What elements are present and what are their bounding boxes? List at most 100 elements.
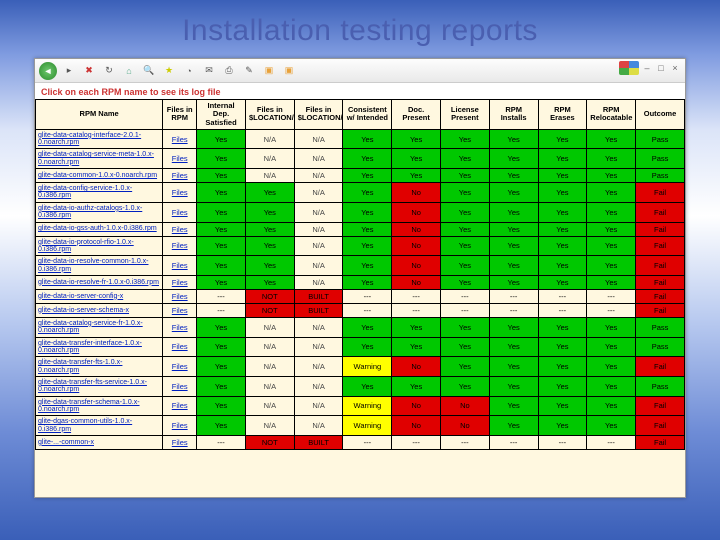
- rpm-name-link[interactable]: glite-data-common-1.0.x-0.noarch.rpm: [36, 169, 163, 183]
- status-cell: Yes: [245, 183, 294, 203]
- rpm-name-link[interactable]: glite-data-io-server-schema-x: [36, 303, 163, 317]
- files-link[interactable]: Files: [163, 183, 197, 203]
- status-cell: Fail: [636, 183, 685, 203]
- status-cell: Yes: [392, 129, 441, 149]
- status-cell: Yes: [587, 169, 636, 183]
- status-cell: Fail: [636, 436, 685, 450]
- browser-toolbar: ◄ ▸ ✖ ↻ ⌂ 🔍 ★ ◔ ✉ ⎙ ✎ ▣ ▣ – □ ×: [35, 59, 685, 83]
- files-link[interactable]: Files: [163, 256, 197, 276]
- status-cell: Yes: [489, 396, 538, 416]
- status-cell: N/A: [294, 202, 343, 222]
- folder-icon[interactable]: ▣: [261, 63, 277, 79]
- status-cell: Yes: [489, 149, 538, 169]
- stop-icon[interactable]: ✖: [81, 63, 97, 79]
- status-cell: ---: [197, 289, 246, 303]
- maximize-button[interactable]: □: [655, 63, 667, 73]
- status-cell: N/A: [294, 169, 343, 183]
- rpm-name-link[interactable]: glite-data-transfer-interface-1.0.x-0.no…: [36, 337, 163, 357]
- back-icon[interactable]: ◄: [39, 62, 57, 80]
- home-icon[interactable]: ⌂: [121, 63, 137, 79]
- status-cell: N/A: [245, 337, 294, 357]
- files-link[interactable]: Files: [163, 357, 197, 377]
- rpm-name-link[interactable]: glite-data-io-gss-auth-1.0.x-0.i386.rpm: [36, 222, 163, 236]
- rpm-name-link[interactable]: glite-data-io-server-config-x: [36, 289, 163, 303]
- refresh-icon[interactable]: ↻: [101, 63, 117, 79]
- status-cell: N/A: [245, 396, 294, 416]
- search-icon[interactable]: 🔍: [141, 63, 157, 79]
- status-cell: Yes: [197, 357, 246, 377]
- folder2-icon[interactable]: ▣: [281, 63, 297, 79]
- close-button[interactable]: ×: [669, 63, 681, 73]
- files-link[interactable]: Files: [163, 376, 197, 396]
- forward-icon[interactable]: ▸: [61, 63, 77, 79]
- rpm-name-link[interactable]: glite-data-io-protocol-rfio-1.0.x-0.i386…: [36, 236, 163, 256]
- files-link[interactable]: Files: [163, 169, 197, 183]
- status-cell: ---: [392, 289, 441, 303]
- rpm-name-link[interactable]: glite-data-transfer-schema-1.0.x-0.noarc…: [36, 396, 163, 416]
- files-link[interactable]: Files: [163, 289, 197, 303]
- status-cell: N/A: [245, 149, 294, 169]
- status-cell: N/A: [245, 357, 294, 377]
- status-cell: Yes: [587, 337, 636, 357]
- status-cell: Yes: [197, 183, 246, 203]
- status-cell: ---: [587, 436, 636, 450]
- files-link[interactable]: Files: [163, 396, 197, 416]
- status-cell: ---: [489, 436, 538, 450]
- status-cell: Yes: [538, 256, 587, 276]
- files-link[interactable]: Files: [163, 275, 197, 289]
- status-cell: Yes: [587, 183, 636, 203]
- col-header: RPM Installs: [489, 100, 538, 130]
- status-cell: No: [392, 416, 441, 436]
- files-link[interactable]: Files: [163, 317, 197, 337]
- rpm-name-link[interactable]: glite-data-transfer-fts-service-1.0.x-0.…: [36, 376, 163, 396]
- files-link[interactable]: Files: [163, 149, 197, 169]
- rpm-name-link[interactable]: glite-data-io-resolve-fr-1.0.x-0.i386.rp…: [36, 275, 163, 289]
- rpm-name-link[interactable]: glite-data-io-resolve-common-1.0.x-0.i38…: [36, 256, 163, 276]
- files-link[interactable]: Files: [163, 436, 197, 450]
- table-row: glite-data-catalog-service-fr-1.0.x-0.no…: [36, 317, 685, 337]
- status-cell: Yes: [197, 222, 246, 236]
- rpm-name-link[interactable]: glite-data-transfer-fts-1.0.x-0.noarch.r…: [36, 357, 163, 377]
- status-cell: Yes: [538, 202, 587, 222]
- rpm-name-link[interactable]: glite-data-catalog-interface-2.0.1-0.noa…: [36, 129, 163, 149]
- print-icon[interactable]: ⎙: [221, 63, 237, 79]
- history-icon[interactable]: ◔: [181, 63, 197, 79]
- status-cell: ---: [489, 289, 538, 303]
- rpm-name-link[interactable]: glite-data-io-authz-catalogs-1.0.x-0.i38…: [36, 202, 163, 222]
- status-cell: NOT: [245, 289, 294, 303]
- favorites-icon[interactable]: ★: [161, 63, 177, 79]
- mail-icon[interactable]: ✉: [201, 63, 217, 79]
- status-cell: Yes: [489, 357, 538, 377]
- status-cell: Yes: [489, 169, 538, 183]
- status-cell: Yes: [489, 416, 538, 436]
- status-cell: Pass: [636, 376, 685, 396]
- files-link[interactable]: Files: [163, 129, 197, 149]
- status-cell: Yes: [441, 222, 490, 236]
- status-cell: Yes: [245, 202, 294, 222]
- edit-icon[interactable]: ✎: [241, 63, 257, 79]
- status-cell: No: [441, 416, 490, 436]
- status-cell: N/A: [294, 376, 343, 396]
- files-link[interactable]: Files: [163, 416, 197, 436]
- status-cell: Yes: [538, 317, 587, 337]
- table-row: glite-data-common-1.0.x-0.noarch.rpmFile…: [36, 169, 685, 183]
- status-cell: Yes: [538, 416, 587, 436]
- files-link[interactable]: Files: [163, 202, 197, 222]
- rpm-name-link[interactable]: glite-data-config-service-1.0.x-0.i386.r…: [36, 183, 163, 203]
- status-cell: Yes: [343, 236, 392, 256]
- status-cell: Fail: [636, 289, 685, 303]
- col-header: Internal Dep. Satisfied: [197, 100, 246, 130]
- rpm-name-link[interactable]: glite-dgas-common-utils-1.0.x-0.i386.rpm: [36, 416, 163, 436]
- status-cell: ---: [538, 436, 587, 450]
- status-cell: ---: [538, 303, 587, 317]
- minimize-button[interactable]: –: [641, 63, 653, 73]
- status-cell: Yes: [538, 376, 587, 396]
- files-link[interactable]: Files: [163, 337, 197, 357]
- rpm-name-link[interactable]: glite-data-catalog-service-fr-1.0.x-0.no…: [36, 317, 163, 337]
- status-cell: Warning: [343, 396, 392, 416]
- files-link[interactable]: Files: [163, 303, 197, 317]
- rpm-name-link[interactable]: glite-data-catalog-service-meta-1.0.x-0.…: [36, 149, 163, 169]
- rpm-name-link[interactable]: glite-...-common-x: [36, 436, 163, 450]
- files-link[interactable]: Files: [163, 236, 197, 256]
- files-link[interactable]: Files: [163, 222, 197, 236]
